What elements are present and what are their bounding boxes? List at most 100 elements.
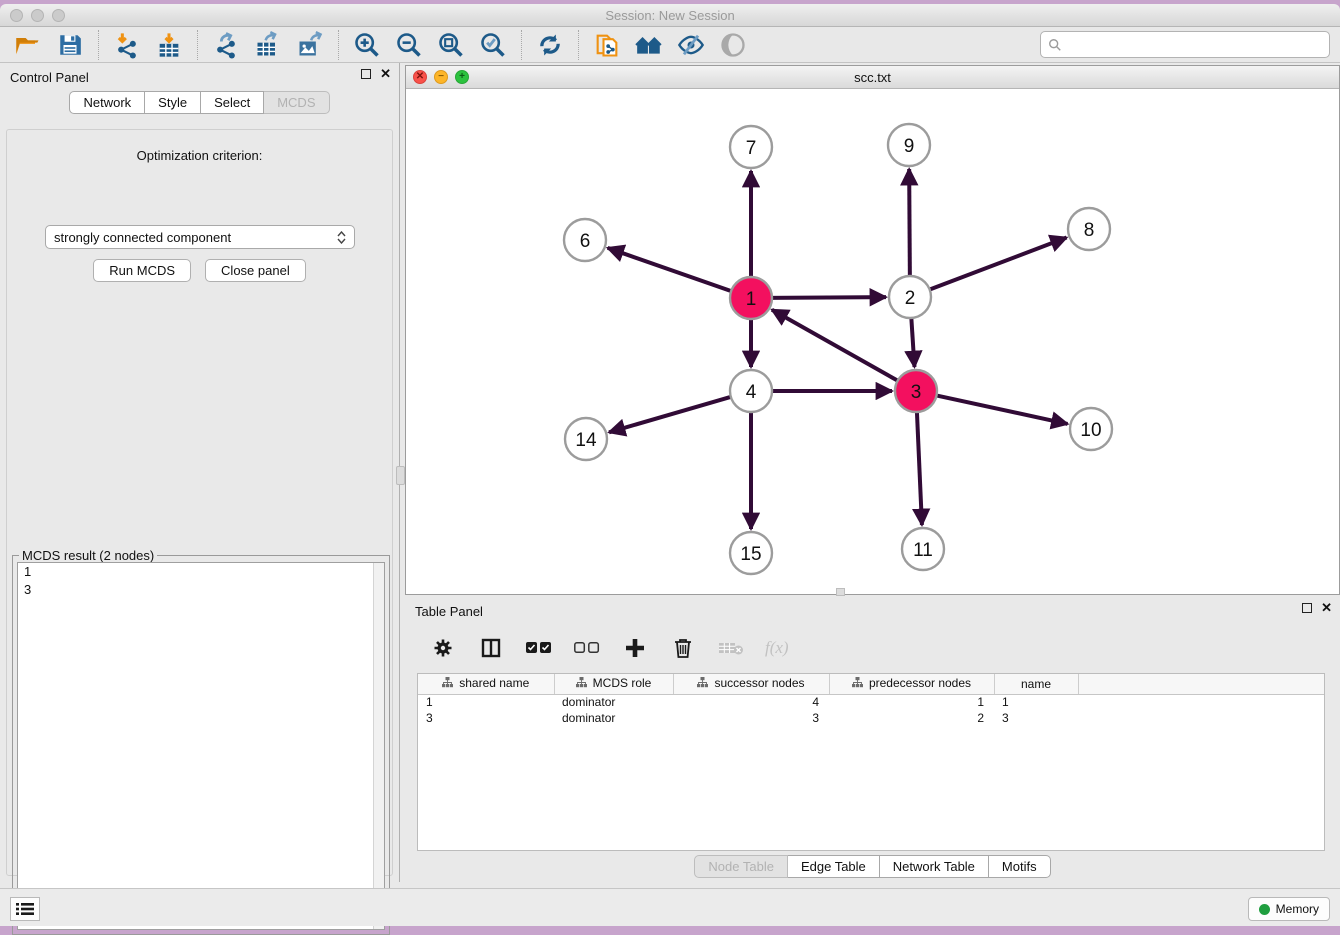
task-history-button[interactable] — [10, 897, 40, 921]
split-columns-icon[interactable] — [477, 634, 505, 662]
import-table-icon[interactable] — [155, 31, 183, 59]
tab-edge-table[interactable]: Edge Table — [788, 855, 880, 878]
close-panel-button-mcds[interactable]: Close panel — [205, 259, 306, 282]
export-table-icon[interactable] — [254, 31, 282, 59]
close-panel-button[interactable]: ✕ — [380, 69, 391, 79]
zoom-fit-icon[interactable] — [437, 31, 465, 59]
clone-network-icon[interactable] — [593, 31, 621, 59]
memory-button[interactable]: Memory — [1248, 897, 1330, 921]
add-column-icon[interactable] — [621, 634, 649, 662]
mcds-result-title: MCDS result (2 nodes) — [19, 548, 157, 563]
cell-predecessor-nodes[interactable]: 2 — [829, 710, 994, 726]
cell-successor-nodes[interactable]: 4 — [673, 694, 829, 710]
node-8[interactable]: 8 — [1068, 208, 1110, 250]
tab-mcds[interactable]: MCDS — [264, 91, 329, 114]
export-network-icon[interactable] — [212, 31, 240, 59]
edge-1-to-6[interactable] — [608, 248, 733, 292]
cell-MCDS-role[interactable]: dominator — [554, 694, 673, 710]
close-table-panel-button[interactable]: ✕ — [1321, 603, 1332, 613]
node-1[interactable]: 1 — [730, 277, 772, 319]
column-label: predecessor nodes — [869, 676, 971, 690]
table-row[interactable]: 3dominator323 — [418, 710, 1324, 726]
column-header-successor-nodes[interactable]: successor nodes — [673, 674, 829, 694]
edge-1-to-2[interactable] — [770, 297, 886, 298]
delete-table-icon[interactable] — [717, 634, 745, 662]
node-15[interactable]: 15 — [730, 532, 772, 574]
tab-select[interactable]: Select — [201, 91, 264, 114]
node-7[interactable]: 7 — [730, 126, 772, 168]
network-canvas[interactable]: 7 9 6 8 1 2 4 3 14 10 15 11 — [406, 89, 1339, 594]
column-label: successor nodes — [714, 676, 804, 690]
zoom-out-icon[interactable] — [395, 31, 423, 59]
edge-3-to-1[interactable] — [772, 310, 900, 382]
svg-text:15: 15 — [740, 544, 761, 565]
mcds-result-item[interactable]: 3 — [18, 581, 384, 599]
node-2[interactable]: 2 — [889, 276, 931, 318]
node-11[interactable]: 11 — [902, 528, 944, 570]
hide-panels-icon[interactable] — [677, 31, 705, 59]
node-14[interactable]: 14 — [565, 418, 607, 460]
edge-4-to-14[interactable] — [609, 396, 733, 432]
tab-motifs[interactable]: Motifs — [989, 855, 1051, 878]
column-header-predecessor-nodes[interactable]: predecessor nodes — [829, 674, 994, 694]
float-panel-button[interactable] — [361, 69, 371, 79]
node-table[interactable]: shared name MCDS role successor nodes prede… — [417, 673, 1325, 851]
column-header-shared-name[interactable]: shared name — [418, 674, 554, 694]
run-mcds-button[interactable]: Run MCDS — [93, 259, 191, 282]
view-mode-icon[interactable] — [719, 31, 747, 59]
tab-style[interactable]: Style — [145, 91, 201, 114]
column-label: shared name — [459, 676, 529, 690]
cell-shared-name[interactable]: 1 — [418, 694, 554, 710]
column-header-name[interactable]: name — [994, 674, 1078, 694]
tab-node-table[interactable]: Node Table — [694, 855, 788, 878]
node-9[interactable]: 9 — [888, 124, 930, 166]
import-network-icon[interactable] — [113, 31, 141, 59]
optimization-criterion-label: Optimization criterion: — [7, 148, 392, 163]
cell-MCDS-role[interactable]: dominator — [554, 710, 673, 726]
edge-2-to-9[interactable] — [909, 169, 910, 278]
network-window-title: scc.txt — [406, 70, 1339, 85]
vertical-splitter-handle[interactable] — [396, 466, 405, 485]
refresh-icon[interactable] — [536, 31, 564, 59]
edge-2-to-8[interactable] — [928, 238, 1067, 291]
cell-successor-nodes[interactable]: 3 — [673, 710, 829, 726]
result-scrollbar[interactable] — [373, 563, 384, 929]
show-welcome-icon[interactable] — [635, 31, 663, 59]
network-window-titlebar[interactable]: ✕ − + scc.txt — [406, 66, 1339, 89]
cell-predecessor-nodes[interactable]: 1 — [829, 694, 994, 710]
float-table-panel-button[interactable] — [1302, 603, 1312, 613]
node-10[interactable]: 10 — [1070, 408, 1112, 450]
open-session-icon[interactable] — [14, 31, 42, 59]
column-header-MCDS-role[interactable]: MCDS role — [554, 674, 673, 694]
settings-gear-icon[interactable] — [429, 634, 457, 662]
zoom-in-icon[interactable] — [353, 31, 381, 59]
export-image-icon[interactable] — [296, 31, 324, 59]
node-3[interactable]: 3 — [895, 370, 937, 412]
svg-text:4: 4 — [746, 382, 757, 403]
node-6[interactable]: 6 — [564, 219, 606, 261]
horizontal-splitter-handle[interactable] — [836, 588, 845, 596]
edge-3-to-10[interactable] — [935, 395, 1068, 424]
save-session-icon[interactable] — [56, 31, 84, 59]
search-input[interactable] — [1067, 37, 1329, 52]
cell-name[interactable]: 3 — [994, 710, 1078, 726]
mcds-result-item[interactable]: 1 — [18, 563, 384, 581]
optimization-criterion-select[interactable]: strongly connected component — [45, 225, 355, 249]
edge-2-to-3[interactable] — [911, 316, 914, 367]
node-4[interactable]: 4 — [730, 370, 772, 412]
tab-network-table[interactable]: Network Table — [880, 855, 989, 878]
mcds-result-list[interactable]: 13 — [17, 562, 385, 930]
select-all-checkboxes-icon[interactable] — [525, 634, 553, 662]
delete-column-icon[interactable] — [669, 634, 697, 662]
edge-3-to-11[interactable] — [917, 410, 922, 525]
deselect-checkboxes-icon[interactable] — [573, 634, 601, 662]
search-field[interactable] — [1040, 31, 1330, 58]
function-builder-icon[interactable]: f(x) — [765, 638, 789, 658]
table-row[interactable]: 1dominator411 — [418, 694, 1324, 710]
tab-network[interactable]: Network — [69, 91, 145, 114]
zoom-selected-icon[interactable] — [479, 31, 507, 59]
cell-name[interactable]: 1 — [994, 694, 1078, 710]
column-type-icon — [852, 677, 863, 691]
cell-shared-name[interactable]: 3 — [418, 710, 554, 726]
svg-text:11: 11 — [913, 540, 933, 561]
